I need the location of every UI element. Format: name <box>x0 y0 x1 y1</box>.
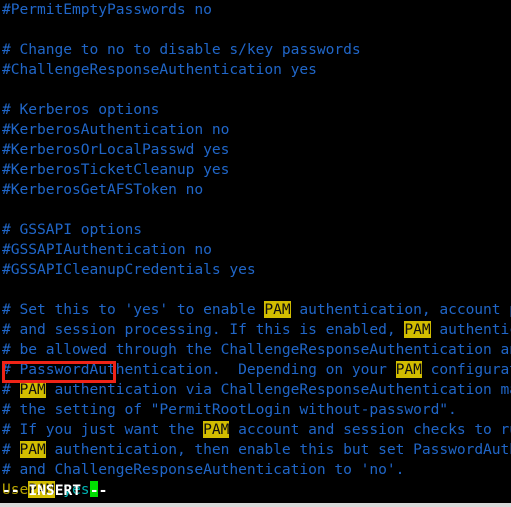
code-text: # and session processing. If this is ena… <box>2 321 405 338</box>
code-line[interactable]: #KerberosTicketCleanup yes <box>0 160 511 180</box>
window-bottom-edge <box>0 503 511 507</box>
search-match-highlight: PAM <box>19 441 46 458</box>
code-line[interactable]: # be allowed through the ChallengeRespon… <box>0 340 511 360</box>
code-text: # the setting of "PermitRootLogin withou… <box>2 401 457 418</box>
search-match-highlight: PAM <box>203 421 230 438</box>
code-text: # GSSAPI options <box>2 221 142 238</box>
code-text: #KerberosOrLocalPasswd yes <box>2 141 230 158</box>
code-text: # Change to no to disable s/key password… <box>2 41 361 58</box>
code-line[interactable]: # Set this to 'yes' to enable PAM authen… <box>0 300 511 320</box>
code-text: #ChallengeResponseAuthentication yes <box>2 61 317 78</box>
code-text: #PermitEmptyPasswords no <box>2 1 212 18</box>
code-line[interactable]: #KerberosAuthentication no <box>0 120 511 140</box>
code-text: authentication via ChallengeResponseAuth… <box>54 381 511 398</box>
code-line[interactable]: # and ChallengeResponseAuthentication to… <box>0 460 511 480</box>
code-text: # Set this to 'yes' to enable <box>2 301 265 318</box>
code-line[interactable]: #KerberosGetAFSToken no <box>0 180 511 200</box>
code-text: account and session checks to run withou… <box>238 421 511 438</box>
code-line[interactable] <box>0 280 511 300</box>
code-line[interactable]: # Change to no to disable s/key password… <box>0 40 511 60</box>
code-text: authentication, then enable this but set… <box>54 441 511 458</box>
code-text: #GSSAPICleanupCredentials yes <box>2 261 256 278</box>
code-line[interactable]: # GSSAPI options <box>0 220 511 240</box>
code-text: # be allowed through the ChallengeRespon… <box>2 341 511 358</box>
code-text: configuration, <box>430 361 511 378</box>
code-text: # <box>2 441 20 458</box>
code-text: # PasswordAuthentication. Depending on y… <box>2 361 396 378</box>
code-line[interactable]: #PermitEmptyPasswords no <box>0 0 511 20</box>
code-text: #KerberosAuthentication no <box>2 121 230 138</box>
search-match-highlight: PAM <box>404 321 431 338</box>
editor-text-buffer[interactable]: #PermitEmptyPasswords no # Change to no … <box>0 0 511 507</box>
code-line[interactable] <box>0 80 511 100</box>
code-line[interactable]: # and session processing. If this is ena… <box>0 320 511 340</box>
code-line[interactable]: # PAM authentication, then enable this b… <box>0 440 511 460</box>
code-text: # If you just want the <box>2 421 204 438</box>
code-text: #KerberosTicketCleanup yes <box>2 161 230 178</box>
code-text: # Kerberos options <box>2 101 160 118</box>
vim-mode-status: -- INSERT -- <box>2 482 108 499</box>
code-line[interactable]: #GSSAPIAuthentication no <box>0 240 511 260</box>
code-text: # <box>2 381 20 398</box>
code-line[interactable]: # If you just want the PAM account and s… <box>0 420 511 440</box>
code-line[interactable] <box>0 20 511 40</box>
search-match-highlight: PAM <box>395 361 422 378</box>
code-text: # and ChallengeResponseAuthentication to… <box>2 461 405 478</box>
search-match-highlight: PAM <box>264 301 291 318</box>
search-match-highlight: PAM <box>19 381 46 398</box>
code-line[interactable]: # PAM authentication via ChallengeRespon… <box>0 380 511 400</box>
code-text: authentication, account processing, <box>299 301 511 318</box>
code-line[interactable]: #GSSAPICleanupCredentials yes <box>0 260 511 280</box>
code-text: #KerberosGetAFSToken no <box>2 181 204 198</box>
terminal-window[interactable]: #PermitEmptyPasswords no # Change to no … <box>0 0 511 507</box>
code-text: #GSSAPIAuthentication no <box>2 241 212 258</box>
code-line[interactable] <box>0 200 511 220</box>
code-line[interactable]: # the setting of "PermitRootLogin withou… <box>0 400 511 420</box>
code-text: authentication will <box>439 321 511 338</box>
code-line[interactable]: # PasswordAuthentication. Depending on y… <box>0 360 511 380</box>
code-line[interactable]: #ChallengeResponseAuthentication yes <box>0 60 511 80</box>
code-line[interactable]: #KerberosOrLocalPasswd yes <box>0 140 511 160</box>
code-line[interactable]: # Kerberos options <box>0 100 511 120</box>
